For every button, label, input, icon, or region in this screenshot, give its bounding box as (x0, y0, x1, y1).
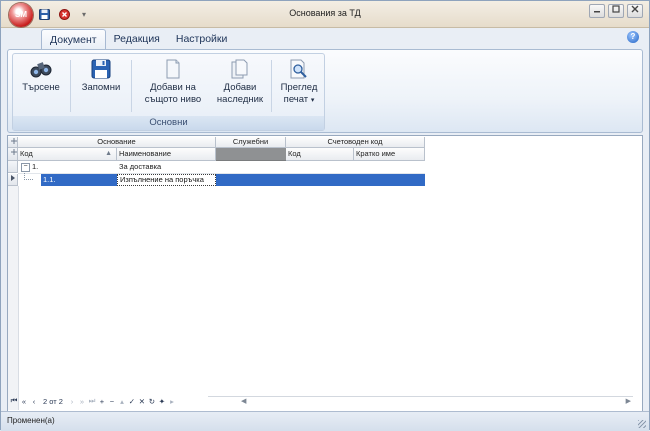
next-page-button[interactable]: » (78, 397, 86, 406)
scroll-right-icon[interactable]: ▶ (626, 397, 631, 405)
application-window: SM ▾ Основания за ТД Документ Редакция Н… (0, 0, 650, 431)
sort-ascending-icon: ▲ (105, 150, 112, 157)
save-button-label: Запомни (81, 82, 121, 93)
print-preview-label-2: печат ▾ (275, 94, 323, 107)
print-preview-label-1: Преглед (280, 82, 318, 93)
column-header-kratko-ime[interactable]: Кратко име (354, 148, 425, 161)
insert-record-button[interactable]: + (98, 397, 106, 406)
help-icon[interactable]: ? (627, 31, 639, 43)
column-chooser-icon (11, 149, 17, 155)
column-header-kod[interactable]: Код ▲ (18, 148, 117, 161)
ribbon-group-main: Търсене Запомни Добави на същото ниво До… (12, 53, 325, 131)
ribbon-separator (70, 60, 71, 112)
scroll-left-icon[interactable]: ◀ (241, 397, 246, 405)
table-row-2-kod[interactable]: 1.1. (41, 175, 117, 185)
first-record-button[interactable]: ⏮ (10, 396, 18, 406)
maximize-icon (612, 5, 620, 13)
table-row-2-naimenovanie-focused-cell[interactable]: Изпълнение на поръчка (117, 174, 216, 186)
ribbon-tabs: Документ Редакция Настройки (41, 29, 236, 50)
minimize-icon (594, 11, 600, 13)
add-same-level-button[interactable]: Добави на същото ниво (135, 56, 211, 114)
tab-document[interactable]: Документ (41, 29, 106, 50)
goto-bookmark-button[interactable]: ▸ (168, 397, 176, 406)
cancel-edit-button[interactable]: ✕ (138, 397, 146, 406)
dropdown-arrow-icon[interactable]: ▾ (311, 97, 315, 104)
band-header-sluzhebni[interactable]: Служебни (216, 137, 286, 148)
floppy-icon (91, 59, 111, 79)
post-edit-button[interactable]: ✓ (128, 397, 136, 406)
window-title: Основания за ТД (289, 8, 361, 18)
resize-grip-icon[interactable] (638, 420, 646, 428)
add-same-level-label-2: същото ниво (144, 94, 202, 105)
document-icon (166, 59, 180, 79)
current-row-icon (11, 175, 15, 181)
table-row-1-kod[interactable]: 1. (30, 162, 117, 173)
tab-settings[interactable]: Настройки (168, 29, 236, 49)
minimize-button[interactable] (589, 4, 605, 18)
window-controls (589, 4, 643, 18)
save-button[interactable]: Запомни (73, 56, 129, 114)
next-record-button[interactable]: › (68, 397, 76, 406)
band-header-osnovanie[interactable]: Основание (18, 137, 216, 148)
search-button-label: Търсене (22, 82, 60, 93)
record-navigator: ⏮ « ‹ 2 от 2 › » ⏭ + − ▴ ✓ ✕ ↻ ✦ ▸ (10, 396, 176, 406)
delete-record-button[interactable]: − (108, 397, 116, 406)
add-child-label-2: наследник (216, 94, 264, 105)
add-child-label-1: Добави (223, 82, 257, 93)
table-row-1-naimenovanie[interactable]: За доставка (117, 162, 216, 173)
title-bar: SM ▾ Основания за ТД (1, 1, 649, 28)
status-bar: Променен(а) (1, 411, 649, 431)
last-record-button[interactable]: ⏭ (88, 396, 96, 406)
document-copy-icon (231, 59, 248, 79)
print-preview-label-2-text: печат (283, 94, 309, 105)
ribbon-separator (131, 60, 132, 112)
ribbon: Търсене Запомни Добави на същото ниво До… (7, 49, 643, 133)
print-preview-icon (290, 59, 307, 79)
tree-grid: Основание Служебни Счетоводен код Код ▲ … (7, 135, 643, 412)
collapse-icon[interactable]: − (21, 163, 30, 172)
prev-page-button[interactable]: « (20, 397, 28, 406)
band-indicator[interactable] (8, 137, 18, 148)
column-chooser-icon (11, 138, 17, 144)
column-header-sluzhebni-empty (216, 148, 286, 161)
column-header-sch-kod[interactable]: Код (286, 148, 354, 161)
add-child-button[interactable]: Добави наследник (211, 56, 269, 114)
record-position: 2 от 2 (43, 396, 63, 406)
status-text: Променен(а) (7, 416, 55, 425)
horizontal-scrollbar[interactable]: ◀ ▶ (208, 396, 633, 406)
refresh-button[interactable]: ↻ (148, 397, 156, 406)
maximize-button[interactable] (608, 4, 624, 18)
row-indicator-column (8, 186, 19, 410)
bookmark-button[interactable]: ✦ (158, 397, 166, 406)
close-icon (631, 5, 639, 13)
ribbon-group-label: Основни (13, 116, 324, 130)
tab-edit[interactable]: Редакция (106, 29, 168, 49)
row-indicator-current[interactable] (8, 174, 18, 186)
prev-record-button[interactable]: ‹ (30, 397, 38, 406)
band-header-schetovoden-kod[interactable]: Счетоводен код (286, 137, 425, 148)
close-button[interactable] (627, 4, 643, 18)
edit-record-button[interactable]: ▴ (118, 397, 126, 406)
print-preview-button[interactable]: Преглед печат ▾ (275, 56, 323, 114)
binoculars-icon (30, 62, 52, 78)
header-indicator[interactable] (8, 148, 18, 161)
column-header-kod-label: Код (20, 149, 33, 158)
tree-connector (24, 173, 33, 180)
ribbon-separator (271, 60, 272, 112)
search-button[interactable]: Търсене (15, 56, 67, 114)
add-same-level-label-1: Добави на (150, 82, 196, 93)
row-indicator[interactable] (8, 161, 18, 173)
column-header-naimenovanie[interactable]: Наименование (117, 148, 216, 161)
